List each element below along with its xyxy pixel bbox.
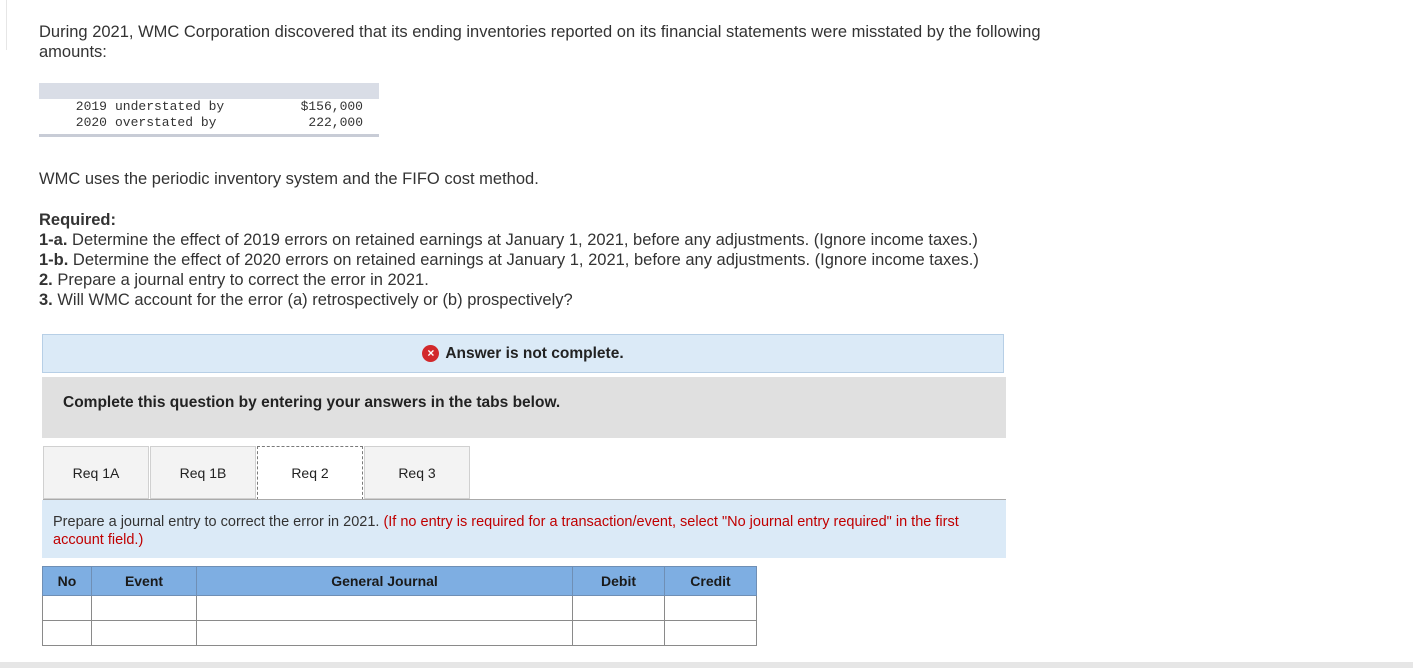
year-cell: 2020 <box>75 115 107 130</box>
answer-status-banner: × Answer is not complete. <box>42 334 1004 373</box>
instruction-main: Prepare a journal entry to correct the e… <box>53 514 380 530</box>
table-top-bar <box>39 83 379 99</box>
description-cell: overstated by <box>115 115 217 130</box>
account-cell[interactable] <box>196 595 573 621</box>
required-item: 2. Prepare a journal entry to correct th… <box>39 270 979 290</box>
credit-cell[interactable] <box>664 620 757 646</box>
required-item-text: Prepare a journal entry to correct the e… <box>52 271 429 289</box>
event-cell[interactable] <box>91 595 197 621</box>
event-cell[interactable] <box>91 620 197 646</box>
method-text: WMC uses the periodic inventory system a… <box>39 170 539 188</box>
table-row <box>42 620 757 646</box>
table-row <box>42 595 757 621</box>
amount-cell: 222,000 <box>308 115 363 130</box>
tab-req-1b[interactable]: Req 1B <box>150 446 256 499</box>
problem-intro: During 2021, WMC Corporation discovered … <box>39 23 1041 61</box>
debit-cell[interactable] <box>572 595 665 621</box>
table-bottom-bar <box>39 134 379 137</box>
misstatement-table: 2019 understated by $156,000 2020 overst… <box>39 83 379 137</box>
answer-status-text: Answer is not complete. <box>445 344 624 362</box>
credit-cell[interactable] <box>664 595 757 621</box>
column-header-event: Event <box>91 566 197 596</box>
column-header-no: No <box>42 566 92 596</box>
account-cell[interactable] <box>196 620 573 646</box>
column-header-general-journal: General Journal <box>196 566 573 596</box>
required-item-number: 1-a. <box>39 231 68 249</box>
required-heading: Required: <box>39 211 117 229</box>
required-section: Required: 1-a. Determine the effect of 2… <box>39 210 979 310</box>
required-item-number: 1-b. <box>39 251 69 269</box>
required-item: 3. Will WMC account for the error (a) re… <box>39 290 979 310</box>
required-item: 1-a. Determine the effect of 2019 errors… <box>39 230 979 250</box>
amount-cell: $156,000 <box>300 99 363 114</box>
tab-req-3[interactable]: Req 3 <box>364 446 470 499</box>
left-edge-divider <box>0 0 7 50</box>
column-header-debit: Debit <box>572 566 665 596</box>
table-row: 2020 overstated by 222,000 <box>39 115 363 131</box>
description-cell: understated by <box>115 99 225 114</box>
error-x-icon: × <box>422 345 440 362</box>
table-header-row: No Event General Journal Debit Credit <box>42 566 757 596</box>
tab-req-1a[interactable]: Req 1A <box>43 446 149 499</box>
required-item-number: 3. <box>39 291 53 309</box>
required-item-text: Determine the effect of 2019 errors on r… <box>67 231 978 249</box>
required-item-text: Determine the effect of 2020 errors on r… <box>68 251 979 269</box>
no-cell <box>42 595 92 621</box>
debit-cell[interactable] <box>572 620 665 646</box>
year-cell: 2019 <box>75 99 107 114</box>
tab-req-2[interactable]: Req 2 <box>257 446 363 500</box>
column-header-credit: Credit <box>664 566 757 596</box>
journal-entry-table: No Event General Journal Debit Credit <box>42 566 757 646</box>
no-cell <box>42 620 92 646</box>
required-item-text: Will WMC account for the error (a) retro… <box>52 291 573 309</box>
required-item: 1-b. Determine the effect of 2020 errors… <box>39 250 979 270</box>
table-row: 2019 understated by $156,000 <box>39 99 363 115</box>
requirement-tabs: Req 1A Req 1B Req 2 Req 3 <box>43 446 471 500</box>
complete-question-prompt: Complete this question by entering your … <box>42 377 1006 438</box>
journal-instructions: Prepare a journal entry to correct the e… <box>42 500 1006 558</box>
required-item-number: 2. <box>39 271 53 289</box>
bottom-divider <box>0 662 1413 668</box>
